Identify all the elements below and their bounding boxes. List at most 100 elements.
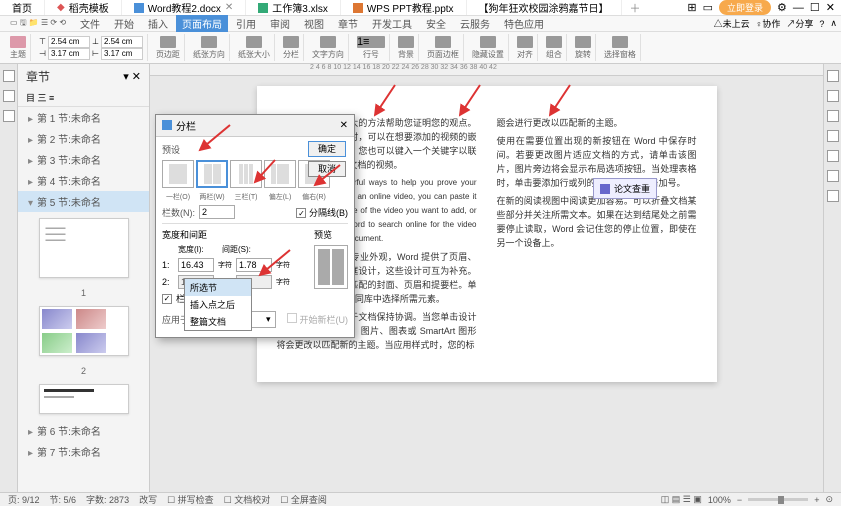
cloud-status[interactable]: △未上云: [714, 17, 750, 30]
page-thumbnail-2[interactable]: [39, 306, 129, 356]
dialog-close-icon[interactable]: ✕: [340, 120, 348, 131]
grid-icon[interactable]: ⊞: [687, 1, 696, 14]
close-window-icon[interactable]: ✕: [826, 1, 835, 14]
doc-icon[interactable]: ▭: [703, 1, 713, 14]
collab-button[interactable]: ♀协作: [756, 17, 781, 30]
add-tab-button[interactable]: ＋: [622, 0, 649, 16]
tool-icon-5[interactable]: [827, 150, 839, 162]
menu-dev-tools[interactable]: 开发工具: [366, 15, 418, 32]
ribbon-page-margins[interactable]: 页边距: [152, 34, 185, 61]
page-thumbnail-1[interactable]: ▬▬▬▬▬▬▬▬▬▬▬▬: [39, 218, 129, 278]
page-thumbnail-3[interactable]: [39, 384, 129, 414]
tab-excel[interactable]: 工作簿3.xlsx: [246, 0, 341, 15]
tabs-row: 首页 ◆稻壳模板 Word教程2.docx✕ 工作簿3.xlsx WPS PPT…: [0, 0, 841, 16]
tool-icon-1[interactable]: [827, 70, 839, 82]
menu-references[interactable]: 引用: [230, 15, 262, 32]
tool-icon-2[interactable]: [827, 90, 839, 102]
col1-width-input[interactable]: [178, 258, 214, 272]
tab-word-doc[interactable]: Word教程2.docx✕: [122, 0, 247, 15]
menu-view[interactable]: 视图: [298, 15, 330, 32]
col1-spacing-input[interactable]: [236, 258, 272, 272]
ribbon-text-direction[interactable]: 文字方向: [308, 34, 349, 61]
nav-section-2[interactable]: ▸第 2 节:未命名: [18, 128, 149, 149]
dd-option-after[interactable]: 插入点之后: [185, 296, 251, 313]
login-button[interactable]: 立即登录: [719, 0, 771, 15]
nav-section-3[interactable]: ▸第 3 节:未命名: [18, 149, 149, 170]
margin-right-input[interactable]: [101, 48, 143, 60]
ribbon-line-numbers[interactable]: 1≡行号: [353, 34, 390, 61]
preset-two-col[interactable]: [196, 160, 228, 188]
menu-start[interactable]: 开始: [108, 15, 140, 32]
tab-home[interactable]: 首页: [0, 0, 45, 15]
help-icon[interactable]: ?: [819, 19, 824, 29]
collapse-ribbon-icon[interactable]: ∧: [830, 18, 837, 29]
menu-featured[interactable]: 特色应用: [498, 15, 550, 32]
status-bar: 页: 9/12 节: 5/6 字数: 2873 改写 ☐ 拼写检查 ☐ 文档校对…: [0, 492, 841, 506]
margin-top-input[interactable]: [48, 36, 90, 48]
horizontal-ruler[interactable]: 2 4 6 8 10 12 14 16 18 20 22 24 26 28 30…: [150, 64, 823, 76]
preset-left[interactable]: [264, 160, 296, 188]
essay-check-annotation[interactable]: 论文查重: [593, 178, 657, 199]
tab-ppt[interactable]: WPS PPT教程.pptx: [341, 0, 467, 15]
menu-security[interactable]: 安全: [420, 15, 452, 32]
menu-file[interactable]: 文件: [74, 15, 106, 32]
tool-icon-3[interactable]: [827, 110, 839, 122]
navigation-panel: 章节 ▾ ✕ 目 三 ≡ ▸第 1 节:未命名 ▸第 2 节:未命名 ▸第 3 …: [18, 64, 150, 492]
close-icon[interactable]: ✕: [225, 2, 233, 13]
margin-bottom-input[interactable]: [101, 36, 143, 48]
maximize-icon[interactable]: ☐: [810, 1, 820, 14]
hand-icon[interactable]: [3, 90, 15, 102]
preset-one-col[interactable]: [162, 160, 194, 188]
ribbon-rotate[interactable]: 旋转: [571, 34, 596, 61]
nav-section-4[interactable]: ▸第 4 节:未命名: [18, 170, 149, 191]
nav-dropdown-icon[interactable]: ▾ ✕: [123, 70, 141, 83]
line-between-checkbox[interactable]: ✓: [296, 208, 306, 218]
nav-section-5[interactable]: ▾第 5 节:未命名: [18, 191, 149, 212]
menu-save-icons[interactable]: ▭ 🖫 📁 ☰ ⟳ ⟲: [4, 16, 72, 32]
menu-cloud[interactable]: 云服务: [454, 15, 496, 32]
tool-icon-6[interactable]: [827, 170, 839, 182]
ribbon-selection-pane[interactable]: 选择窗格: [600, 34, 641, 61]
tab-other[interactable]: 【狗年狂欢校园涂鸦嘉节日】: [467, 0, 622, 15]
minimize-icon[interactable]: —: [793, 2, 804, 14]
nav-section-6[interactable]: ▸第 6 节:未命名: [18, 420, 149, 441]
column-count-input[interactable]: [199, 205, 235, 219]
equal-width-checkbox[interactable]: ✓: [162, 294, 172, 304]
nav-section-7[interactable]: ▸第 7 节:未命名: [18, 441, 149, 462]
dd-option-section[interactable]: 所选节: [185, 279, 251, 296]
select-icon[interactable]: [3, 70, 15, 82]
menu-page-layout[interactable]: 页面布局: [176, 15, 228, 32]
dd-option-whole[interactable]: 整篇文档: [185, 313, 251, 330]
ribbon-hide-settings[interactable]: 隐藏设置: [468, 34, 509, 61]
nav-view-tabs[interactable]: 目 三 ≡: [18, 89, 149, 107]
ribbon-margins: ⊤⊥ ⊣⊢: [35, 34, 148, 61]
column-2: 题会进行更改以匹配新的主题。 使用在需要位置出现的新按钮在 Word 中保存时间…: [497, 116, 697, 352]
ribbon-size[interactable]: 纸张大小: [234, 34, 275, 61]
nav-section-1[interactable]: ▸第 1 节:未命名: [18, 107, 149, 128]
menu-insert[interactable]: 插入: [142, 15, 174, 32]
share-button[interactable]: ↗分享: [786, 17, 813, 30]
ribbon-align[interactable]: 对齐: [513, 34, 538, 61]
ribbon-orientation[interactable]: 纸张方向: [189, 34, 230, 61]
tool-icon-4[interactable]: [827, 130, 839, 142]
ribbon: 主题 ⊤⊥ ⊣⊢ 页边距 纸张方向 纸张大小 分栏 文字方向 1≡行号 背景 页…: [0, 32, 841, 64]
ribbon-background[interactable]: 背景: [394, 34, 419, 61]
menu-review[interactable]: 审阅: [264, 15, 296, 32]
ribbon-columns[interactable]: 分栏: [279, 34, 304, 61]
pencil-icon[interactable]: [3, 110, 15, 122]
margin-left-input[interactable]: [48, 48, 90, 60]
menu-chapter[interactable]: 章节: [332, 15, 364, 32]
ribbon-borders[interactable]: 页面边框: [423, 34, 464, 61]
ok-button[interactable]: 确定: [308, 141, 346, 157]
preset-three-col[interactable]: [230, 160, 262, 188]
apply-to-dropdown-list: 所选节 插入点之后 整篇文档: [184, 278, 252, 331]
ribbon-theme[interactable]: 主题: [6, 34, 31, 61]
preview-box: [314, 245, 348, 289]
ribbon-group[interactable]: 组合: [542, 34, 567, 61]
ppt-icon: [353, 3, 363, 13]
cancel-button[interactable]: 取消: [308, 161, 346, 177]
dialog-titlebar[interactable]: 分栏 ✕: [156, 115, 354, 137]
tab-templates[interactable]: ◆稻壳模板: [45, 0, 122, 15]
tool-icon-7[interactable]: [827, 190, 839, 202]
settings-icon[interactable]: ⚙: [777, 1, 787, 14]
